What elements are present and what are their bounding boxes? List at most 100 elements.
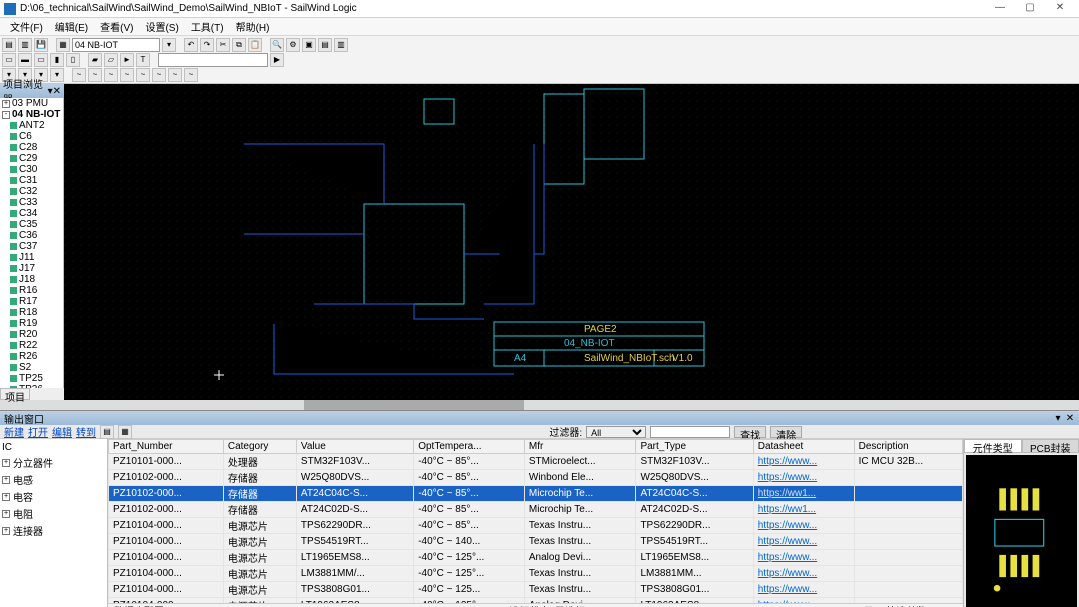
dropdown-arrow-icon[interactable]: ▾	[162, 38, 176, 52]
go-icon[interactable]: ▶	[270, 53, 284, 67]
table-row[interactable]: PZ10104-000...电源芯片TPS54519RT...-40°C ~ 1…	[109, 534, 963, 550]
tree-node[interactable]: +03 PMU	[0, 98, 63, 109]
sheet-icon[interactable]: ▦	[56, 38, 70, 52]
table-row[interactable]: PZ10102-000...存储器W25Q80DVS...-40°C ~ 85°…	[109, 470, 963, 486]
maximize-button[interactable]: ▢	[1015, 1, 1045, 17]
route-icon[interactable]: ~	[184, 68, 198, 82]
tree-node[interactable]: R18	[0, 307, 63, 318]
new-icon[interactable]: ▤	[2, 38, 16, 52]
schematic-canvas[interactable]: PAGE2 04_NB-IOT A4 SailWind_NBIoT.sch V1…	[64, 84, 1079, 400]
net-icon[interactable]: ▮	[50, 53, 64, 67]
filter-select[interactable]: All	[586, 426, 646, 438]
tree-node[interactable]: R20	[0, 329, 63, 340]
column-header[interactable]: OptTempera...	[414, 440, 525, 454]
canvas-hscroll[interactable]	[0, 400, 1079, 410]
route-icon[interactable]: ~	[104, 68, 118, 82]
category-node[interactable]: +连接器	[2, 522, 105, 539]
grid-icon[interactable]: ▦	[118, 425, 132, 439]
tree-node[interactable]: -04 NB-IOT	[0, 109, 63, 120]
menu-item[interactable]: 设置(S)	[139, 19, 184, 34]
category-node[interactable]: +电阻	[2, 505, 105, 522]
text-icon[interactable]: T	[136, 53, 150, 67]
part-icon[interactable]: ▯	[66, 53, 80, 67]
column-header[interactable]: Value	[296, 440, 413, 454]
command-input[interactable]	[158, 53, 268, 67]
route-icon[interactable]: ~	[88, 68, 102, 82]
column-header[interactable]: Category	[223, 440, 296, 454]
list-icon[interactable]: ▤	[100, 425, 114, 439]
tree-expand-icon[interactable]: +	[2, 510, 10, 518]
tree-node[interactable]: C28	[0, 142, 63, 153]
tree-expand-icon[interactable]: -	[2, 111, 10, 119]
tree-chevron-icon[interactable]: ▾✕	[48, 86, 61, 97]
tree-node[interactable]: C30	[0, 164, 63, 175]
menu-item[interactable]: 编辑(E)	[49, 19, 94, 34]
tree-node[interactable]: C35	[0, 219, 63, 230]
save-icon[interactable]: 💾	[34, 38, 48, 52]
tree-node[interactable]: C32	[0, 186, 63, 197]
column-header[interactable]: Part_Number	[109, 440, 224, 454]
table-row[interactable]: PZ10104-000...电源芯片TPS62290DR...-40°C ~ 8…	[109, 518, 963, 534]
route-icon[interactable]: ~	[152, 68, 166, 82]
route-icon[interactable]: ~	[120, 68, 134, 82]
tree-node[interactable]: C29	[0, 153, 63, 164]
port-icon[interactable]: ►	[120, 53, 134, 67]
parts-grid[interactable]: Part_NumberCategoryValueOptTempera...Mfr…	[108, 439, 963, 603]
category-node[interactable]: +电感	[2, 471, 105, 488]
tree-expand-icon[interactable]: +	[2, 459, 10, 467]
tree-node[interactable]: R26	[0, 351, 63, 362]
dock-link[interactable]: 新建	[4, 424, 24, 439]
minimize-button[interactable]: —	[985, 1, 1015, 17]
find-button[interactable]: 查找	[734, 426, 766, 438]
reset-button[interactable]: 清除	[770, 426, 802, 438]
tree-expand-icon[interactable]: +	[2, 493, 10, 501]
dock-close-icon[interactable]: ✕	[1065, 413, 1075, 424]
tree-node[interactable]: R22	[0, 340, 63, 351]
column-header[interactable]: Datasheet	[753, 440, 854, 454]
redo-icon[interactable]: ↷	[200, 38, 214, 52]
open-icon[interactable]: ▥	[18, 38, 32, 52]
tree-node[interactable]: J11	[0, 252, 63, 263]
menu-item[interactable]: 文件(F)	[4, 19, 49, 34]
close-button[interactable]: ✕	[1045, 1, 1075, 17]
tool-icon[interactable]: ▤	[318, 38, 332, 52]
table-row[interactable]: PZ10104-000...电源芯片TPS3808G01...-40°C ~ 1…	[109, 582, 963, 598]
tree-node[interactable]: C34	[0, 208, 63, 219]
cursor-icon[interactable]: ▭	[2, 53, 16, 67]
tree-tab-project[interactable]: 项目	[0, 388, 30, 400]
menu-item[interactable]: 查看(V)	[94, 19, 139, 34]
tree-node[interactable]: R16	[0, 285, 63, 296]
route-icon[interactable]: ~	[168, 68, 182, 82]
category-node[interactable]: +分立器件	[2, 454, 105, 471]
tree-node[interactable]: ANT2	[0, 120, 63, 131]
cut-icon[interactable]: ✂	[216, 38, 230, 52]
zoom-icon[interactable]: 🔍	[270, 38, 284, 52]
parts-grid-scroll[interactable]: Part_NumberCategoryValueOptTempera...Mfr…	[108, 439, 963, 603]
dock-link[interactable]: 编辑	[52, 424, 72, 439]
bus-icon[interactable]: ▭	[34, 53, 48, 67]
tree-node[interactable]: C31	[0, 175, 63, 186]
category-node[interactable]: +电容	[2, 488, 105, 505]
tree-node[interactable]: C36	[0, 230, 63, 241]
sheet-select[interactable]	[72, 38, 160, 52]
menu-item[interactable]: 帮助(H)	[230, 19, 276, 34]
table-row[interactable]: PZ10102-000...存储器AT24C04C-S...-40°C ~ 85…	[109, 486, 963, 502]
tool-icon[interactable]: ▣	[302, 38, 316, 52]
route-icon[interactable]: ~	[72, 68, 86, 82]
copy-icon[interactable]: ⧉	[232, 38, 246, 52]
dock-pin-icon[interactable]: ▾	[1053, 413, 1063, 424]
table-row[interactable]: PZ10102-000...存储器AT24C02D-S...-40°C ~ 85…	[109, 502, 963, 518]
tree-node[interactable]: R17	[0, 296, 63, 307]
table-row[interactable]: PZ10101-000...处理器STM32F103V...-40°C ~ 85…	[109, 454, 963, 470]
ground-icon[interactable]: ▱	[104, 53, 118, 67]
tree-node[interactable]: C37	[0, 241, 63, 252]
wire-icon[interactable]: ▬	[18, 53, 32, 67]
preview-tab-symbol[interactable]: 元件类型	[964, 439, 1022, 453]
paste-icon[interactable]: 📋	[248, 38, 262, 52]
tree-node[interactable]: S2	[0, 362, 63, 373]
table-row[interactable]: PZ10104-000...电源芯片LM3881MM/...-40°C ~ 12…	[109, 566, 963, 582]
preview-tab-footprint[interactable]: PCB封装	[1022, 439, 1079, 453]
dock-link[interactable]: 转到	[76, 424, 96, 439]
table-row[interactable]: PZ10104-000...电源芯片LT1965EMS8...-40°C ~ 1…	[109, 550, 963, 566]
tree-node[interactable]: TP25	[0, 373, 63, 384]
